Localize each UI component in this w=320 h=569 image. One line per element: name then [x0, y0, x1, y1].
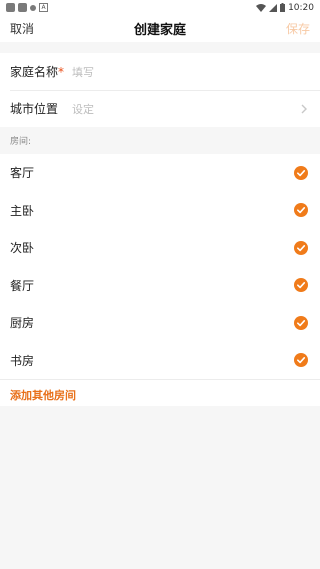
room-item-kitchen[interactable]: 厨房: [0, 304, 320, 342]
record-icon: [30, 4, 36, 11]
family-form: 家庭名称* 填写 城市位置 设定: [0, 53, 320, 127]
room-label: 厨房: [10, 316, 35, 331]
wifi-icon: [256, 3, 267, 12]
checked-circle-icon[interactable]: [294, 278, 308, 293]
room-label: 书房: [10, 353, 35, 368]
app-notification-icon: [6, 3, 15, 12]
room-label: 客厅: [10, 166, 35, 181]
family-name-label: 家庭名称*: [10, 65, 65, 79]
room-item-second-bedroom[interactable]: 次卧: [0, 229, 320, 267]
room-item-study[interactable]: 书房: [0, 342, 320, 380]
system-icons: 10:20: [256, 3, 314, 13]
cancel-button[interactable]: 取消: [10, 20, 34, 37]
room-label: 餐厅: [10, 278, 35, 293]
checked-circle-icon[interactable]: [294, 203, 308, 218]
notification-icons: A: [6, 3, 48, 12]
add-room-button[interactable]: 添加其他房间: [10, 387, 76, 403]
add-room-row[interactable]: 添加其他房间: [0, 379, 320, 409]
chevron-right-icon: [301, 104, 307, 113]
battery-icon: [280, 3, 286, 12]
room-list: 客厅 主卧 次卧 餐厅 厨房 书房: [0, 154, 320, 379]
city-location-value[interactable]: 设定: [72, 101, 298, 117]
status-bar: A 10:20: [0, 0, 320, 15]
empty-area: [0, 406, 320, 569]
room-label: 主卧: [10, 203, 35, 218]
font-notification-icon: A: [39, 3, 48, 12]
city-location-label: 城市位置: [10, 102, 59, 116]
family-name-row[interactable]: 家庭名称* 填写: [0, 53, 320, 90]
spacer: [0, 42, 320, 53]
checked-circle-icon[interactable]: [294, 165, 308, 180]
family-name-input[interactable]: 填写: [72, 64, 310, 80]
page-title: 创建家庭: [133, 23, 186, 38]
room-item-master-bedroom[interactable]: 主卧: [0, 192, 320, 230]
clock: 10:20: [288, 2, 314, 13]
room-item-dining-room[interactable]: 餐厅: [0, 267, 320, 305]
save-button[interactable]: 保存: [286, 20, 310, 37]
rooms-section-label: 房间:: [0, 127, 320, 154]
nav-bar: 取消 创建家庭 保存: [0, 15, 320, 42]
app-notification-icon: [18, 3, 27, 12]
checked-circle-icon[interactable]: [294, 353, 308, 368]
signal-icon: [269, 3, 278, 12]
required-mark: *: [58, 65, 65, 79]
city-location-row[interactable]: 城市位置 设定: [0, 90, 320, 127]
room-label: 次卧: [10, 241, 35, 256]
checked-circle-icon[interactable]: [294, 240, 308, 255]
room-item-living-room[interactable]: 客厅: [0, 154, 320, 192]
checked-circle-icon[interactable]: [294, 315, 308, 330]
